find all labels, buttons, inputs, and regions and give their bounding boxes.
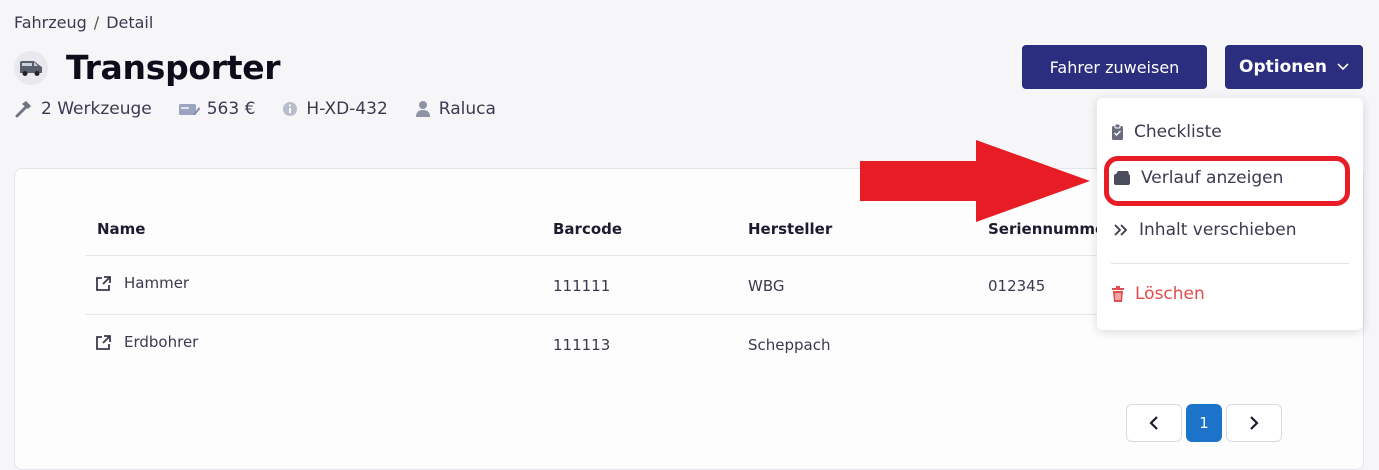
breadcrumb-separator: /	[93, 13, 100, 32]
title-row: Transporter	[14, 48, 281, 87]
meta-cost: 563 €	[178, 99, 256, 119]
meta-plate-label: H-XD-432	[306, 99, 388, 119]
menu-item-checklist-label: Checkliste	[1134, 122, 1222, 142]
money-icon	[178, 104, 200, 115]
tool-manufacturer: WBG	[748, 277, 785, 295]
options-dropdown-menu: Checkliste Verlauf anzeigen Inhalt versc…	[1097, 98, 1363, 330]
chevron-right-icon	[1250, 416, 1259, 430]
person-icon	[415, 101, 430, 117]
menu-divider	[1111, 263, 1349, 264]
tool-name-cell[interactable]: Erdbohrer	[95, 333, 198, 351]
clipboard-icon	[1112, 123, 1123, 140]
breadcrumb-current: Detail	[106, 13, 154, 32]
chevron-left-icon	[1149, 416, 1158, 430]
highlight-annotation	[1104, 156, 1350, 206]
page-button-current[interactable]: 1	[1186, 404, 1222, 442]
meta-driver-label: Raluca	[438, 99, 496, 119]
page-title: Transporter	[66, 48, 281, 87]
tool-serial: 012345	[988, 277, 1046, 295]
next-page-button[interactable]	[1226, 404, 1282, 442]
breadcrumb: Fahrzeug / Detail	[14, 13, 153, 32]
arrow-annotation	[860, 140, 1090, 222]
meta-row: 2 Werkzeuge 563 € H-XD-432 Raluca	[14, 99, 522, 119]
meta-tools: 2 Werkzeuge	[14, 99, 152, 119]
van-icon	[14, 50, 48, 85]
tool-name-cell[interactable]: Hammer	[95, 274, 189, 292]
tool-barcode: 111113	[553, 336, 611, 354]
menu-item-move-content-label: Inhalt verschieben	[1139, 220, 1297, 240]
meta-driver: Raluca	[414, 99, 496, 119]
hammer-icon	[15, 101, 31, 118]
options-button[interactable]: Optionen	[1225, 45, 1363, 89]
double-chevron-right-icon	[1114, 224, 1128, 236]
column-header-serial[interactable]: Seriennumme	[988, 220, 1105, 238]
external-link-icon[interactable]	[95, 334, 112, 351]
breadcrumb-parent[interactable]: Fahrzeug	[14, 13, 87, 32]
external-link-icon[interactable]	[95, 275, 112, 292]
column-header-barcode[interactable]: Barcode	[553, 220, 622, 238]
column-header-name[interactable]: Name	[97, 220, 145, 238]
menu-item-delete-label: Löschen	[1135, 284, 1205, 304]
assign-driver-button[interactable]: Fahrer zuweisen	[1022, 45, 1207, 89]
menu-item-delete[interactable]: Löschen	[1111, 284, 1205, 304]
tool-name[interactable]: Hammer	[124, 274, 189, 292]
chevron-down-icon	[1337, 63, 1349, 71]
menu-item-checklist[interactable]: Checkliste	[1111, 122, 1222, 142]
meta-tools-label: 2 Werkzeuge	[41, 99, 152, 119]
info-icon	[283, 102, 298, 116]
meta-plate: H-XD-432	[281, 99, 388, 119]
menu-item-move-content[interactable]: Inhalt verschieben	[1113, 220, 1296, 240]
options-button-label: Optionen	[1239, 57, 1327, 77]
tool-barcode: 111111	[553, 277, 611, 295]
column-header-manufacturer[interactable]: Hersteller	[748, 220, 832, 238]
tool-name[interactable]: Erdbohrer	[124, 333, 198, 351]
tool-manufacturer: Scheppach	[748, 336, 831, 354]
trash-icon	[1112, 285, 1124, 302]
meta-cost-label: 563 €	[206, 99, 256, 119]
prev-page-button[interactable]	[1126, 404, 1182, 442]
